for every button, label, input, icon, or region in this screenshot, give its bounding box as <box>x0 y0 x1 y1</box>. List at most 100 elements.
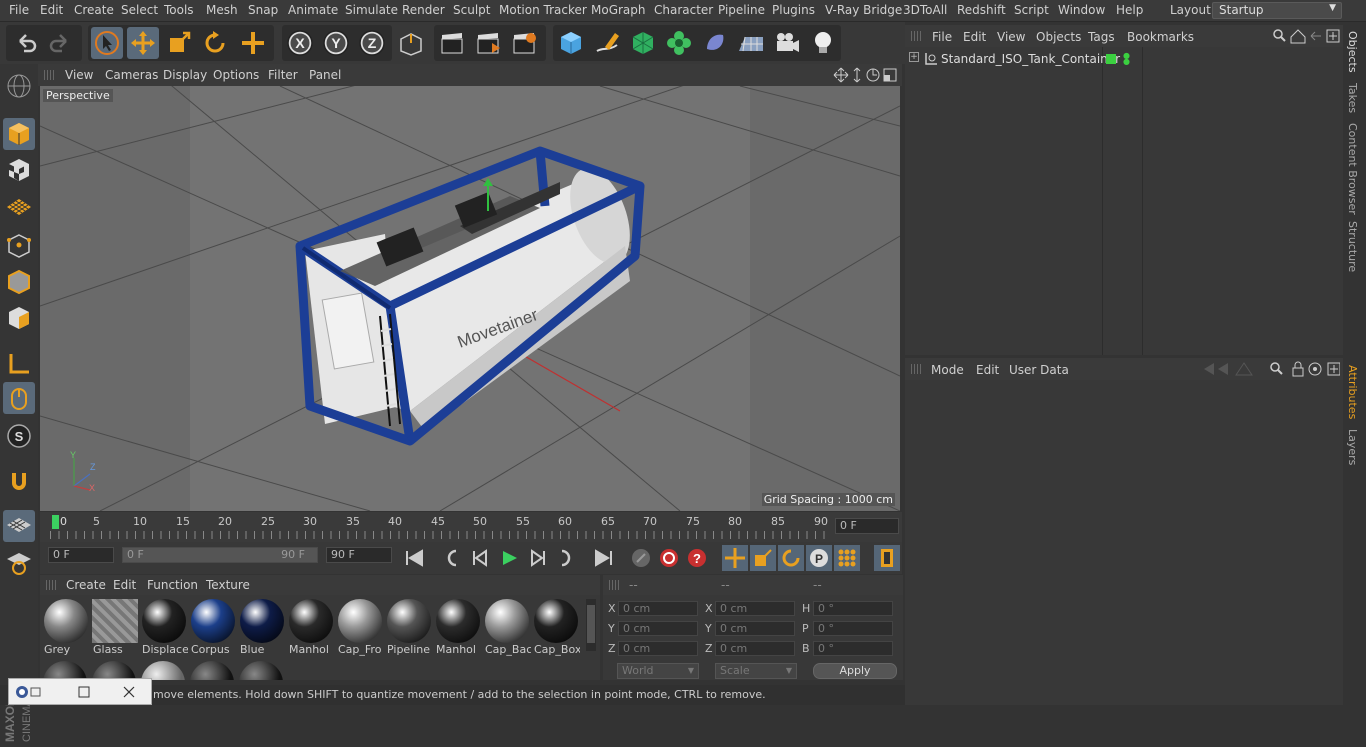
rotation-field[interactable]: 0 ° <box>813 621 893 636</box>
expand-icon[interactable]: + <box>909 52 919 62</box>
object-name[interactable]: Standard_ISO_Tank_Container <box>941 52 1120 66</box>
menu-mesh[interactable]: Mesh <box>206 3 238 17</box>
prev-key-button[interactable] <box>440 545 466 571</box>
render-picture-viewer-button[interactable] <box>472 27 504 59</box>
axis-mode-button[interactable] <box>3 348 35 380</box>
obj-menu-bookmarks[interactable]: Bookmarks <box>1127 30 1194 44</box>
attr-header-icons[interactable] <box>1200 361 1340 377</box>
obj-menu-tags[interactable]: Tags <box>1088 30 1115 44</box>
menu-help[interactable]: Help <box>1116 3 1143 17</box>
viewport-perspective[interactable]: Movetainer Y Z X Perspective Grid Spacin… <box>40 86 900 511</box>
obj-header-icons[interactable] <box>1272 28 1340 44</box>
key-scale-button[interactable] <box>750 545 776 571</box>
obj-menu-edit[interactable]: Edit <box>963 30 986 44</box>
start-frame-field[interactable]: 0 F <box>48 547 114 563</box>
visibility-dots[interactable]: ● ● <box>1123 52 1130 66</box>
vp-menu-view[interactable]: View <box>65 68 93 82</box>
camera-button[interactable] <box>771 27 803 59</box>
snap-button[interactable] <box>3 466 35 498</box>
menu-animate[interactable]: Animate <box>288 3 338 17</box>
scale-tool-button[interactable] <box>163 27 195 59</box>
grip-handle[interactable] <box>609 580 619 590</box>
make-editable-button[interactable] <box>3 70 35 102</box>
viewport-nav-icons[interactable] <box>833 67 899 83</box>
model-mode-button[interactable] <box>3 118 35 150</box>
attr-menu-user-data[interactable]: User Data <box>1009 363 1069 377</box>
play-button[interactable] <box>496 545 522 571</box>
render-settings-button[interactable] <box>508 27 540 59</box>
mat-menu-texture[interactable]: Texture <box>206 578 250 592</box>
scale-select[interactable]: Scale ▼ <box>715 663 797 679</box>
mat-menu-edit[interactable]: Edit <box>113 578 136 592</box>
polygons-mode-button[interactable] <box>3 302 35 334</box>
recent-tool-button[interactable] <box>237 27 269 59</box>
rotation-field[interactable]: 0 ° <box>813 641 893 656</box>
workplane-button[interactable] <box>3 190 35 222</box>
coordinate-system-button[interactable] <box>394 27 426 59</box>
material-swatch[interactable]: Cap_Bac <box>484 599 531 657</box>
obj-menu-objects[interactable]: Objects <box>1036 30 1081 44</box>
key-pla-button[interactable] <box>834 545 860 571</box>
menu-snap[interactable]: Snap <box>248 3 278 17</box>
menu-file[interactable]: File <box>9 3 29 17</box>
world-select[interactable]: World ▼ <box>617 663 699 679</box>
tweak-mode-button[interactable] <box>3 382 35 414</box>
z-axis-button[interactable]: Z <box>356 27 388 59</box>
menu-3dtoall[interactable]: 3DToAll <box>903 3 947 17</box>
mat-menu-create[interactable]: Create <box>66 578 106 592</box>
material-swatch[interactable]: Glass <box>92 599 138 657</box>
menu-simulate[interactable]: Simulate <box>345 3 398 17</box>
menu-plugins[interactable]: Plugins <box>772 3 815 17</box>
undo-button[interactable] <box>10 27 42 59</box>
size-field[interactable]: 0 cm <box>715 641 795 656</box>
vp-menu-filter[interactable]: Filter <box>268 68 298 82</box>
goto-end-button[interactable] <box>590 545 616 571</box>
menu-edit[interactable]: Edit <box>40 3 63 17</box>
obj-menu-view[interactable]: View <box>997 30 1025 44</box>
pen-button[interactable] <box>591 27 623 59</box>
current-frame-field[interactable]: 0 F <box>835 518 899 534</box>
layout-select[interactable]: Startup ▼ <box>1212 2 1342 19</box>
c4d-app-icon[interactable] <box>15 685 45 699</box>
menu-motion-tracker[interactable]: Motion Tracker <box>499 3 587 17</box>
floor-button[interactable] <box>735 27 767 59</box>
light-button[interactable] <box>807 27 839 59</box>
menu-tools[interactable]: Tools <box>164 3 194 17</box>
record-keys-button[interactable] <box>628 545 654 571</box>
apply-button[interactable]: Apply <box>813 663 897 679</box>
close-icon[interactable] <box>122 685 136 699</box>
next-frame-button[interactable] <box>524 545 550 571</box>
tab-takes[interactable]: Takes <box>1346 83 1359 113</box>
obj-menu-file[interactable]: File <box>932 30 952 44</box>
redo-button[interactable] <box>44 27 76 59</box>
position-field[interactable]: 0 cm <box>618 601 698 616</box>
menu-script[interactable]: Script <box>1014 3 1049 17</box>
position-field[interactable]: 0 cm <box>618 641 698 656</box>
mat-menu-function[interactable]: Function <box>147 578 198 592</box>
timeline-window-button[interactable] <box>874 545 900 571</box>
solo-button[interactable]: S <box>3 420 35 452</box>
menu-create[interactable]: Create <box>74 3 114 17</box>
attr-menu-mode[interactable]: Mode <box>931 363 964 377</box>
texture-mode-button[interactable] <box>3 154 35 186</box>
key-rotation-button[interactable] <box>778 545 804 571</box>
maximize-icon[interactable] <box>77 685 91 699</box>
keyframe-selection-button[interactable]: ? <box>684 545 710 571</box>
vp-menu-cameras[interactable]: Cameras <box>105 68 158 82</box>
attr-menu-edit[interactable]: Edit <box>976 363 999 377</box>
prev-frame-button[interactable] <box>468 545 494 571</box>
grip-handle[interactable] <box>911 364 921 374</box>
menu-sculpt[interactable]: Sculpt <box>453 3 490 17</box>
grip-handle[interactable] <box>911 31 921 41</box>
material-swatch[interactable]: Cap_Box <box>533 599 580 657</box>
material-swatch[interactable]: Corpus <box>190 599 236 657</box>
edges-mode-button[interactable] <box>3 266 35 298</box>
menu-pipeline[interactable]: Pipeline <box>718 3 765 17</box>
menu-select[interactable]: Select <box>121 3 158 17</box>
rotation-field[interactable]: 0 ° <box>813 601 893 616</box>
menu-window[interactable]: Window <box>1058 3 1105 17</box>
size-field[interactable]: 0 cm <box>715 621 795 636</box>
material-scrollbar[interactable] <box>586 599 596 651</box>
grip-handle[interactable] <box>46 580 56 590</box>
menu-vray-bridge[interactable]: V-Ray Bridge <box>825 3 902 17</box>
